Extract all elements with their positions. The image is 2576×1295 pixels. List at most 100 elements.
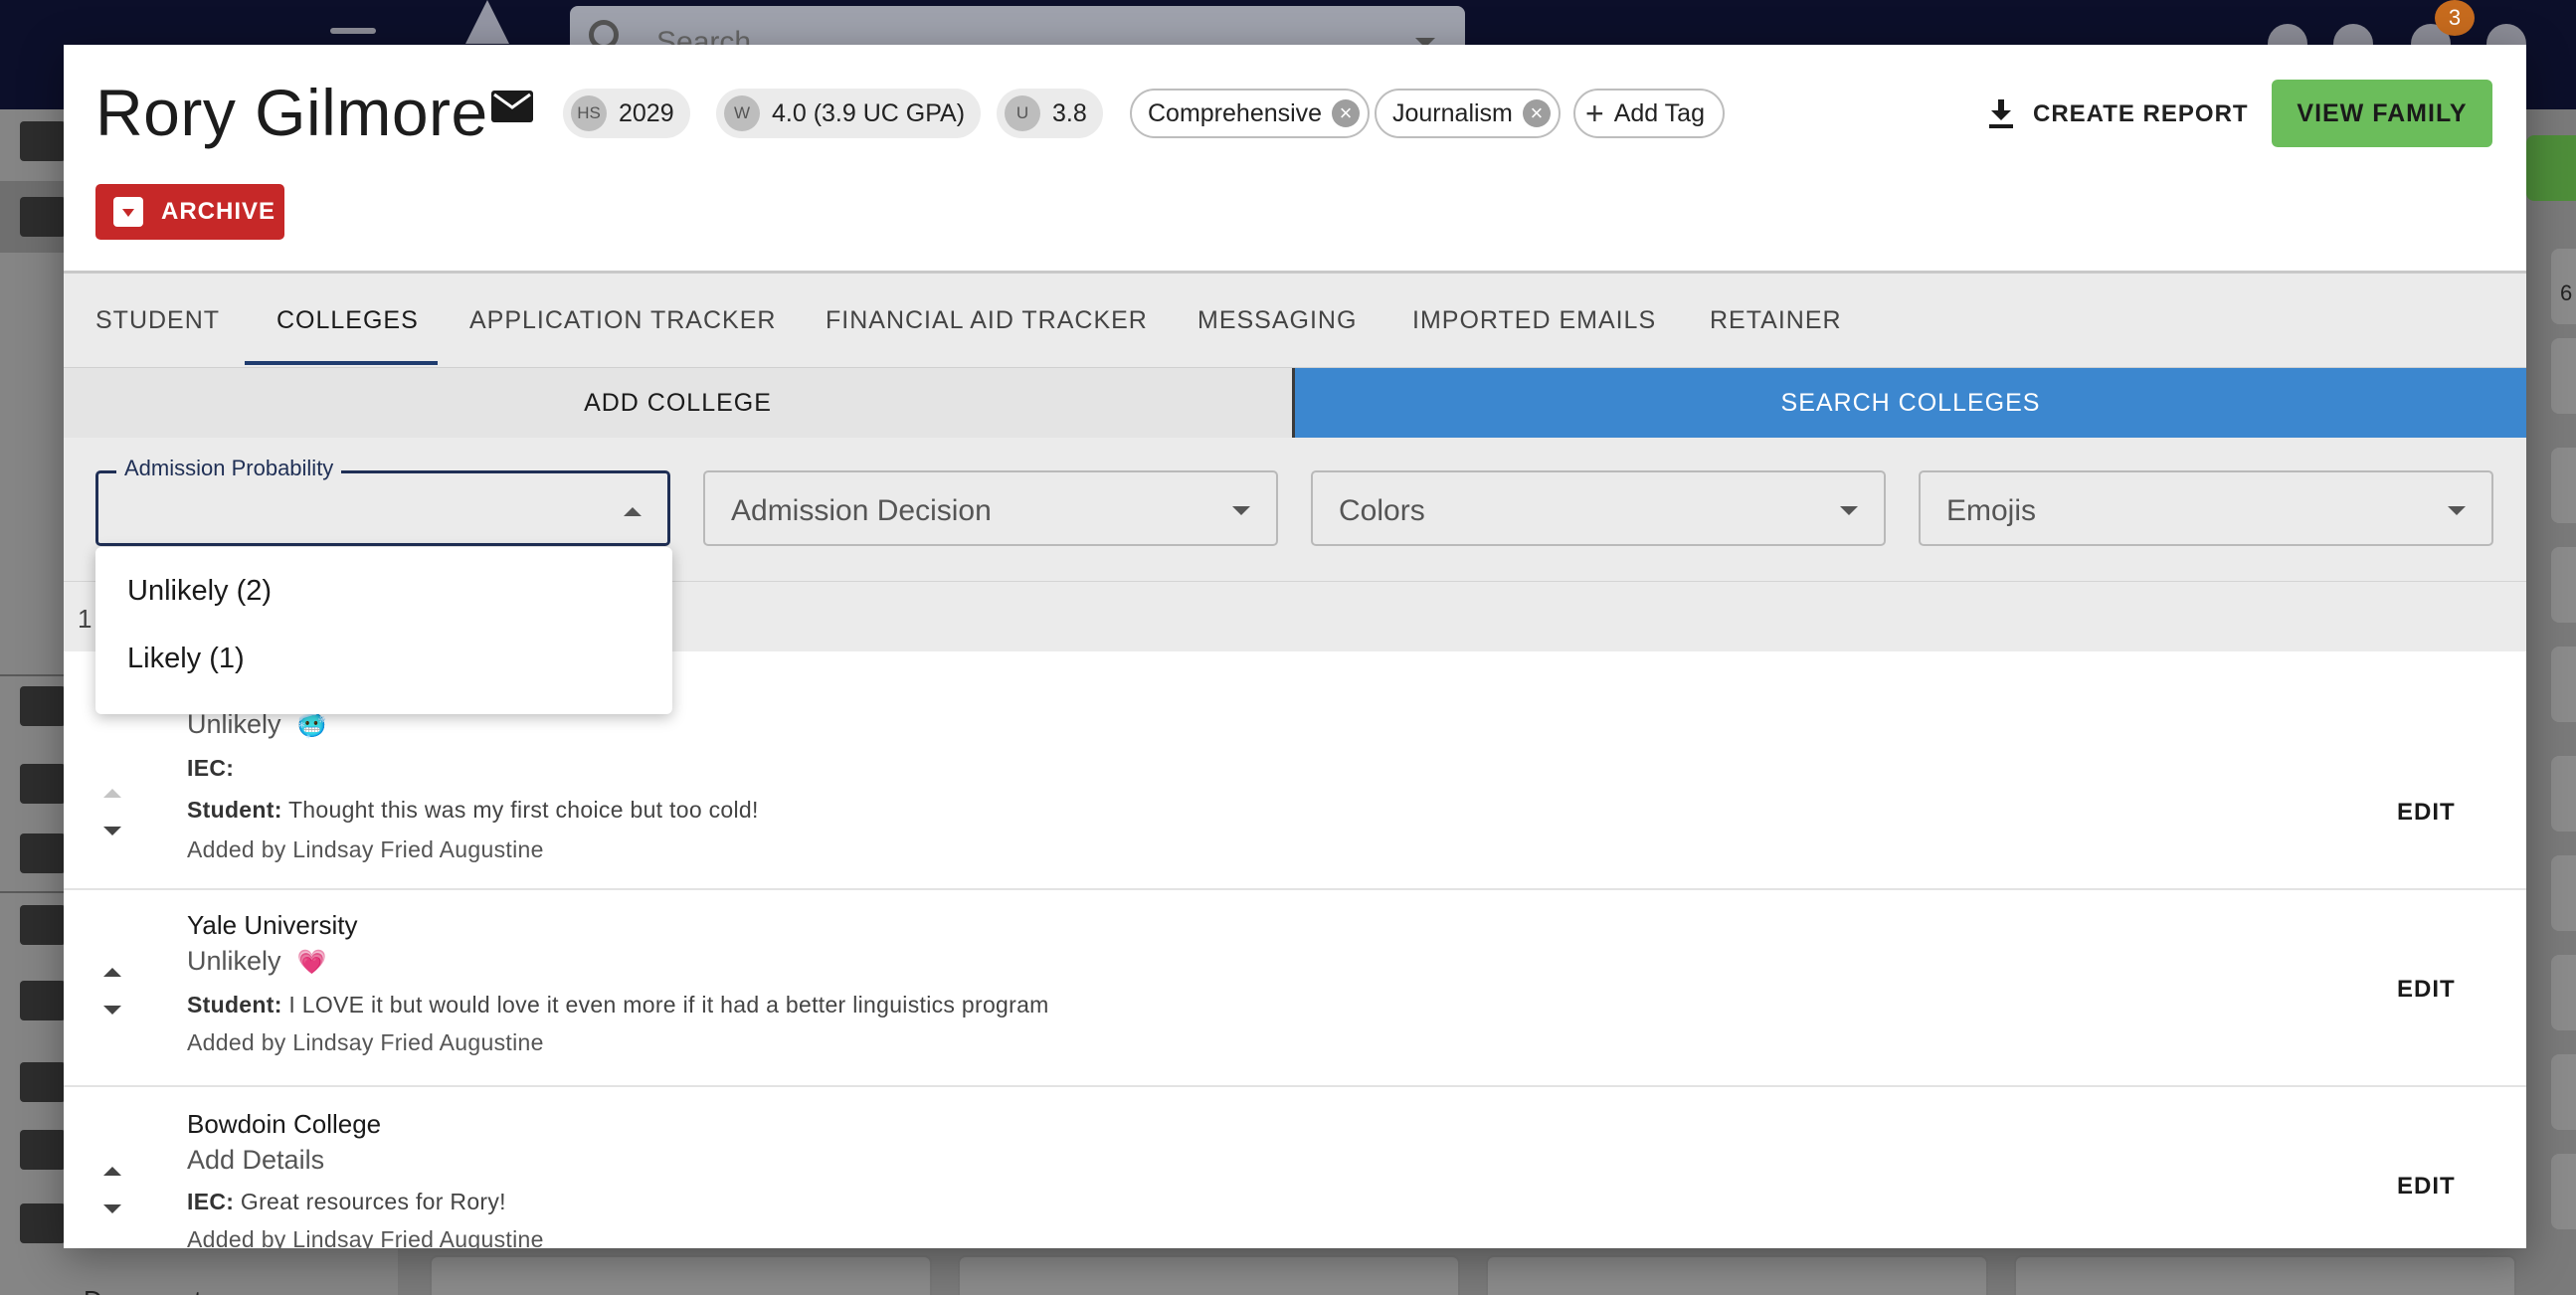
college-row: Bowdoin College Add Details IEC: Great r…: [64, 1087, 2526, 1248]
background-card-edge: [2551, 955, 2576, 1030]
checklist-icon[interactable]: [20, 905, 66, 945]
caret-down-icon: [2448, 506, 2466, 515]
weighted-gpa-chip: W 4.0 (3.9 UC GPA): [716, 89, 982, 138]
admission-decision-select[interactable]: Admission Decision: [703, 470, 1278, 546]
added-by: Added by Lindsay Fried Augustine: [187, 1226, 544, 1248]
tab-imported-emails[interactable]: IMPORTED EMAILS: [1412, 274, 1656, 368]
move-down-icon[interactable]: [103, 1204, 121, 1213]
remove-tag-icon[interactable]: ×: [1332, 99, 1361, 127]
tag-label: Comprehensive: [1148, 98, 1323, 127]
archive-label: ARCHIVE: [161, 198, 276, 225]
tab-retainer[interactable]: RETAINER: [1710, 274, 1842, 368]
add-tag-button[interactable]: + Add Tag: [1573, 89, 1725, 138]
colors-select[interactable]: Colors: [1311, 470, 1886, 546]
tab-messaging[interactable]: MESSAGING: [1197, 274, 1357, 368]
admission-probability-select[interactable]: Admission Probability: [95, 456, 670, 546]
caret-down-icon: [1232, 506, 1250, 515]
tag-comprehensive: Comprehensive ×: [1130, 89, 1371, 138]
student-note: Student: I LOVE it but would love it eve…: [187, 992, 1049, 1018]
modal-header: Rory Gilmore HS 2029 W 4.0 (3.9 UC GPA) …: [64, 45, 2526, 274]
admission-probability: Unlikely 💗: [187, 946, 326, 977]
college-actions-bar: ADD COLLEGE SEARCH COLLEGES: [64, 368, 2526, 438]
probability-label: Unlikely: [187, 946, 281, 976]
emoji-heart-icon: 💗: [296, 949, 327, 976]
layers-icon[interactable]: [20, 686, 66, 726]
college-row: Yale University Unlikely 💗 Student: I LOV…: [64, 890, 2526, 1087]
edit-button[interactable]: EDIT: [2397, 799, 2456, 827]
move-up-icon[interactable]: [103, 1167, 121, 1176]
background-card-edge: [2551, 448, 2576, 523]
student-text: Thought this was my first choice but too…: [287, 797, 759, 823]
students-icon[interactable]: [20, 197, 66, 237]
tab-financial-aid-tracker[interactable]: FINANCIAL AID TRACKER: [826, 274, 1148, 368]
remove-tag-icon[interactable]: ×: [1522, 99, 1551, 127]
move-down-icon[interactable]: [103, 1006, 121, 1015]
sidebar-divider: [0, 891, 64, 893]
hamburger-menu-icon[interactable]: [330, 28, 376, 34]
unweighted-gpa-chip: U 3.8: [997, 89, 1103, 138]
background-card-edge: [2551, 1054, 2576, 1130]
admission-probability-label: Admission Probability: [116, 456, 342, 481]
plus-icon: +: [1585, 95, 1604, 131]
app-logo: [465, 0, 509, 44]
iec-note: IEC:: [187, 755, 234, 782]
archive-icon: [113, 197, 143, 227]
admission-probability[interactable]: Add Details: [187, 1145, 324, 1176]
menu-option-likely[interactable]: Likely (1): [95, 625, 672, 692]
network-icon[interactable]: [20, 833, 66, 873]
sidebar-item-documents[interactable]: Documents: [84, 1285, 215, 1295]
tab-student[interactable]: STUDENT: [95, 274, 220, 368]
results-count: 1: [78, 604, 92, 634]
edit-button[interactable]: EDIT: [2397, 976, 2456, 1004]
added-by: Added by Lindsay Fried Augustine: [187, 1029, 544, 1055]
video-icon[interactable]: [20, 1062, 66, 1102]
view-family-button[interactable]: VIEW FAMILY: [2272, 80, 2492, 147]
college-name: Bowdoin College: [187, 1109, 382, 1139]
archive-button[interactable]: ARCHIVE: [95, 184, 284, 240]
move-up-icon[interactable]: [103, 968, 121, 977]
dashboard-icon[interactable]: [20, 121, 66, 161]
chip-value: 4.0 (3.9 UC GPA): [772, 98, 966, 127]
student-note: Student: Thought this was my first choic…: [187, 797, 759, 824]
iec-text: Great resources for Rory!: [240, 1189, 506, 1214]
mail-icon[interactable]: [491, 91, 533, 122]
columns-icon[interactable]: [20, 764, 66, 804]
background-card: [1486, 1255, 1988, 1295]
background-card-edge: [2551, 647, 2576, 722]
tab-colleges[interactable]: COLLEGES: [276, 274, 419, 368]
background-card: [958, 1255, 1460, 1295]
student-label: Student:: [187, 797, 282, 823]
create-report-label: CREATE REPORT: [2033, 100, 2249, 127]
add-tag-label: Add Tag: [1613, 98, 1705, 127]
caret-down-icon: [1840, 506, 1858, 515]
add-college-button[interactable]: ADD COLLEGE: [64, 368, 1295, 438]
notification-count-badge: 3: [2435, 0, 2475, 36]
edit-button[interactable]: EDIT: [2397, 1173, 2456, 1201]
move-up-icon[interactable]: [103, 789, 121, 798]
background-card-edge: [2551, 1154, 2576, 1229]
admission-probability-menu: Unlikely (2) Likely (1): [95, 547, 672, 714]
tab-application-tracker[interactable]: APPLICATION TRACKER: [469, 274, 776, 368]
sidebar-divider: [0, 674, 64, 676]
active-tab-indicator: [245, 361, 438, 365]
background-card-edge: [2551, 855, 2576, 931]
student-modal: Rory Gilmore HS 2029 W 4.0 (3.9 UC GPA) …: [64, 45, 2526, 1248]
reader-icon[interactable]: [20, 1203, 66, 1243]
merge-icon[interactable]: [20, 1130, 66, 1170]
search-colleges-button[interactable]: SEARCH COLLEGES: [1295, 368, 2526, 438]
menu-option-unlikely[interactable]: Unlikely (2): [95, 557, 672, 625]
emojis-select[interactable]: Emojis: [1919, 470, 2493, 546]
iec-note: IEC: Great resources for Rory!: [187, 1189, 506, 1215]
background-green-button[interactable]: [2526, 135, 2576, 201]
added-by: Added by Lindsay Fried Augustine: [187, 836, 544, 862]
colors-placeholder: Colors: [1339, 494, 1425, 527]
student-name: Rory Gilmore: [95, 76, 488, 149]
create-report-button[interactable]: CREATE REPORT: [1989, 94, 2249, 134]
list-icon[interactable]: [20, 981, 66, 1020]
graduation-year-chip: HS 2029: [563, 89, 690, 138]
chip-avatar: HS: [571, 95, 607, 131]
chip-value: 2029: [619, 98, 674, 127]
caret-up-icon: [624, 507, 642, 516]
emojis-placeholder: Emojis: [1946, 494, 2037, 527]
move-down-icon[interactable]: [103, 827, 121, 835]
